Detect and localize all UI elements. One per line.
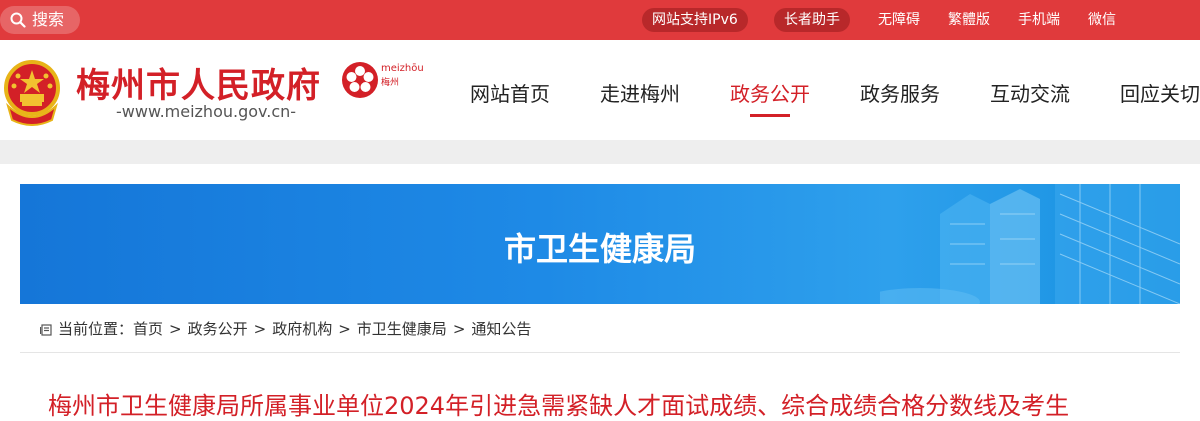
top-bar: 搜索 网站支持IPv6 长者助手 无障碍 繁體版 手机端 微信 [0, 0, 1200, 40]
wechat-link[interactable]: 微信 [1088, 8, 1116, 32]
site-name[interactable]: 梅州市人民政府 [76, 58, 321, 107]
logo-text-cn: 梅州 [381, 78, 400, 88]
breadcrumb-divider [20, 352, 1180, 353]
ipv6-link[interactable]: 网站支持IPv6 [642, 8, 748, 32]
site-url: -www.meizhou.gov.cn- [116, 102, 297, 121]
plum-blossom-logo-icon [342, 62, 378, 98]
breadcrumb-separator: > [338, 320, 351, 338]
nav-government-affairs[interactable]: 政务公开 [730, 78, 810, 107]
breadcrumb-separator: > [452, 320, 466, 338]
nav-interaction[interactable]: 互动交流 [990, 78, 1070, 107]
elder-helper-link[interactable]: 长者助手 [774, 8, 850, 32]
breadcrumb-notices[interactable]: 通知公告 [471, 320, 531, 338]
breadcrumb-label: 当前位置： [58, 320, 134, 338]
traditional-chinese-link[interactable]: 繁體版 [948, 8, 990, 32]
banner-title: 市卫生健康局 [503, 230, 696, 268]
site-header: 梅州市人民政府 -www.meizhou.gov.cn- meizhōu 梅州 … [0, 40, 1200, 140]
breadcrumb-health-bureau[interactable]: 市卫生健康局 [357, 320, 447, 338]
logo-text-pinyin: meizhōu [381, 63, 424, 74]
location-icon [40, 323, 52, 336]
department-banner: 市卫生健康局 [20, 184, 1180, 304]
breadcrumb-separator: > [169, 320, 182, 338]
breadcrumb-separator: > [253, 320, 267, 338]
nav-home[interactable]: 网站首页 [470, 78, 550, 107]
breadcrumb-home[interactable]: 首页 [133, 320, 163, 338]
nav-about-meizhou[interactable]: 走进梅州 [600, 78, 680, 107]
article-title: 梅州市卫生健康局所属事业单位2024年引进急需紧缺人才面试成绩、综合成绩合格分数… [48, 392, 1070, 420]
nav-government-services[interactable]: 政务服务 [860, 78, 940, 107]
search-placeholder: 搜索 [32, 10, 65, 29]
active-nav-indicator [750, 114, 790, 117]
gray-band [0, 140, 1200, 164]
search-icon [10, 12, 26, 28]
breadcrumb-government-affairs[interactable]: 政务公开 [188, 320, 248, 338]
nav-responses[interactable]: 回应关切 [1120, 78, 1200, 107]
accessibility-link[interactable]: 无障碍 [878, 8, 920, 32]
breadcrumb-government-agencies[interactable]: 政府机构 [272, 320, 332, 338]
mobile-link[interactable]: 手机端 [1018, 8, 1060, 32]
national-emblem-icon[interactable] [0, 58, 64, 126]
breadcrumb: 当前位置：首页 > 政务公开 > 政府机构 > 市卫生健康局 > 通知公告 [40, 318, 531, 339]
search-box[interactable]: 搜索 [0, 6, 80, 34]
